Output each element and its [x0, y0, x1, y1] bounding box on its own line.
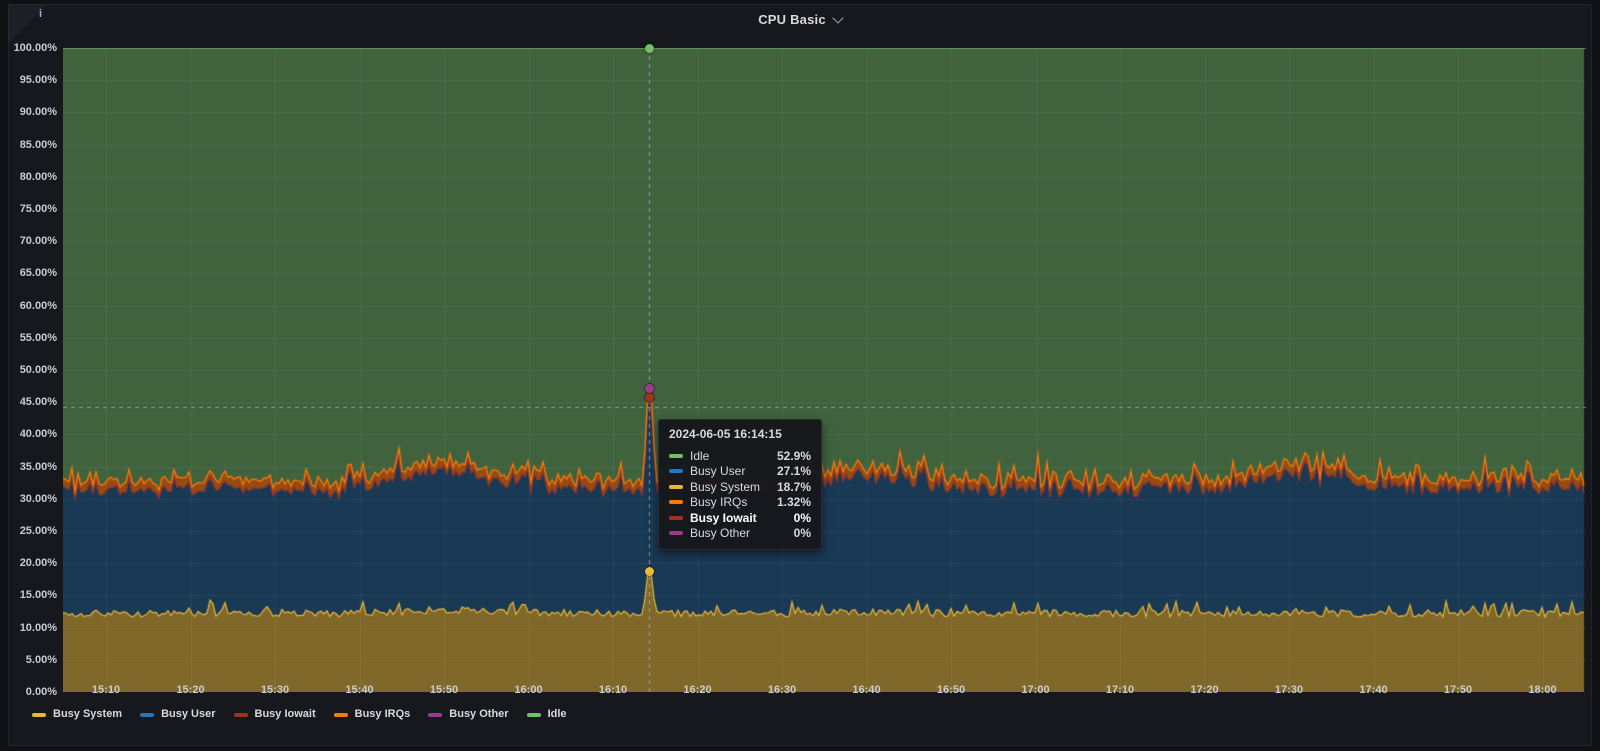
y-axis-label: 0.00%	[25, 686, 57, 698]
x-axis-label: 15:20	[176, 684, 205, 696]
x-axis-label: 17:50	[1443, 684, 1473, 696]
y-axis-label: 10.00%	[19, 621, 57, 634]
x-axis-label: 16:30	[767, 684, 797, 696]
y-axis-label: 80.00%	[19, 170, 57, 183]
series-name: Busy System	[690, 479, 761, 494]
series-name: Busy IRQs	[690, 495, 748, 510]
x-axis-label: 15:10	[91, 684, 121, 696]
y-axis-label: 70.00%	[19, 235, 57, 248]
legend-item-busy-irqs[interactable]: Busy IRQs	[333, 708, 411, 720]
panel-header: CPU Basic	[8, 11, 1592, 29]
series-value: 0%	[793, 526, 811, 541]
legend-item-idle[interactable]: Idle	[526, 708, 567, 720]
tooltip-row-busy-iowait: Busy Iowait 0%	[669, 510, 811, 526]
tooltip-row-busy-system: Busy System 18.7%	[669, 479, 811, 495]
highlight-point-busy-system	[644, 567, 654, 577]
tooltip-row-idle: Idle 52.9%	[669, 448, 811, 464]
legend-label: Busy Iowait	[254, 708, 316, 720]
x-axis-label: 15:40	[345, 684, 374, 696]
highlight-point-busy-other	[644, 384, 654, 394]
y-axis-label: 45.00%	[19, 396, 57, 409]
y-axis-label: 15.00%	[19, 589, 57, 602]
legend-label: Busy IRQs	[354, 708, 411, 720]
y-axis-label: 65.00%	[19, 267, 57, 280]
legend-item-busy-iowait[interactable]: Busy Iowait	[233, 708, 316, 720]
series-name: Busy Iowait	[690, 510, 757, 525]
series-value: 27.1%	[776, 464, 811, 479]
hover-tooltip: 2024-06-05 16:14:15 Idle 52.9% Busy User 27…	[658, 419, 822, 550]
y-axis-label: 40.00%	[19, 428, 57, 441]
highlight-point-idle	[644, 43, 654, 53]
y-axis-label: 55.00%	[19, 331, 57, 344]
series-value: 0%	[793, 510, 811, 525]
y-axis-label: 75.00%	[19, 203, 57, 215]
chevron-down-icon	[832, 11, 844, 24]
tooltip-row-busy-user: Busy User 27.1%	[669, 464, 811, 480]
y-axis-label: 95.00%	[19, 74, 57, 87]
tooltip-row-busy-irqs: Busy IRQs 1.32%	[669, 495, 811, 511]
series-swatch-icon	[669, 531, 683, 536]
series-swatch-icon	[669, 453, 683, 458]
x-axis-label: 17:30	[1274, 684, 1304, 696]
legend-swatch-icon	[233, 712, 248, 717]
x-axis-label: 16:00	[514, 684, 543, 696]
legend-swatch-icon	[333, 712, 348, 717]
tooltip-row-busy-other: Busy Other 0%	[669, 526, 811, 542]
x-axis-label: 16:20	[683, 684, 712, 696]
series-value: 18.7%	[776, 479, 811, 494]
y-axis-label: 50.00%	[19, 364, 57, 376]
y-axis-label: 5.00%	[25, 653, 57, 666]
highlight-point-busy-iowait	[644, 392, 654, 402]
series-swatch-icon	[669, 515, 683, 520]
x-axis-label: 17:10	[1105, 684, 1135, 696]
cpu-chart-plot[interactable]	[63, 48, 1586, 692]
legend-item-busy-user[interactable]: Busy User	[140, 708, 216, 720]
series-swatch-icon	[669, 500, 683, 505]
x-axis-label: 15:30	[260, 684, 290, 696]
series-name: Idle	[690, 448, 710, 463]
series-name: Busy User	[690, 464, 746, 479]
panel-title-menu[interactable]: CPU Basic	[758, 11, 844, 27]
x-axis-label: 15:50	[429, 684, 459, 696]
y-axis-label: 20.00%	[19, 557, 57, 570]
x-axis-label: 16:10	[598, 684, 628, 696]
legend-item-busy-system[interactable]: Busy System	[32, 708, 122, 720]
legend-label: Idle	[547, 708, 567, 720]
x-axis-label: 18:00	[1528, 684, 1557, 696]
series-value: 1.32%	[776, 495, 811, 510]
x-axis-label: 17:40	[1359, 684, 1388, 696]
x-axis-label: 16:40	[852, 684, 881, 696]
legend-label: Busy User	[161, 708, 216, 720]
legend: Busy System Busy User Busy Iowait Busy IRQs…	[32, 708, 567, 720]
series-swatch-icon	[669, 469, 683, 474]
y-axis-label: 30.00%	[19, 492, 57, 505]
legend-swatch-icon	[32, 712, 46, 717]
x-axis-label: 16:50	[936, 684, 966, 696]
series-name: Busy Other	[690, 526, 751, 541]
series-value: 52.9%	[776, 448, 811, 463]
y-axis-label: 25.00%	[19, 525, 57, 537]
tooltip-timestamp: 2024-06-05 16:14:15	[669, 427, 782, 441]
y-axis-label: 100.00%	[13, 42, 57, 54]
legend-swatch-icon	[428, 712, 443, 717]
x-axis-label: 17:00	[1021, 684, 1050, 696]
y-axis-label: 85.00%	[19, 138, 57, 151]
legend-item-busy-other[interactable]: Busy Other	[428, 708, 509, 720]
panel-title: CPU Basic	[758, 12, 826, 27]
x-axis-label: 17:20	[1190, 684, 1219, 696]
y-axis-label: 35.00%	[19, 460, 57, 473]
legend-swatch-icon	[526, 712, 541, 717]
y-axis-label: 60.00%	[19, 299, 57, 312]
legend-label: Busy System	[53, 708, 123, 720]
legend-label: Busy Other	[449, 708, 509, 720]
series-swatch-icon	[669, 484, 683, 489]
legend-swatch-icon	[140, 712, 155, 717]
y-axis-label: 90.00%	[19, 106, 57, 119]
